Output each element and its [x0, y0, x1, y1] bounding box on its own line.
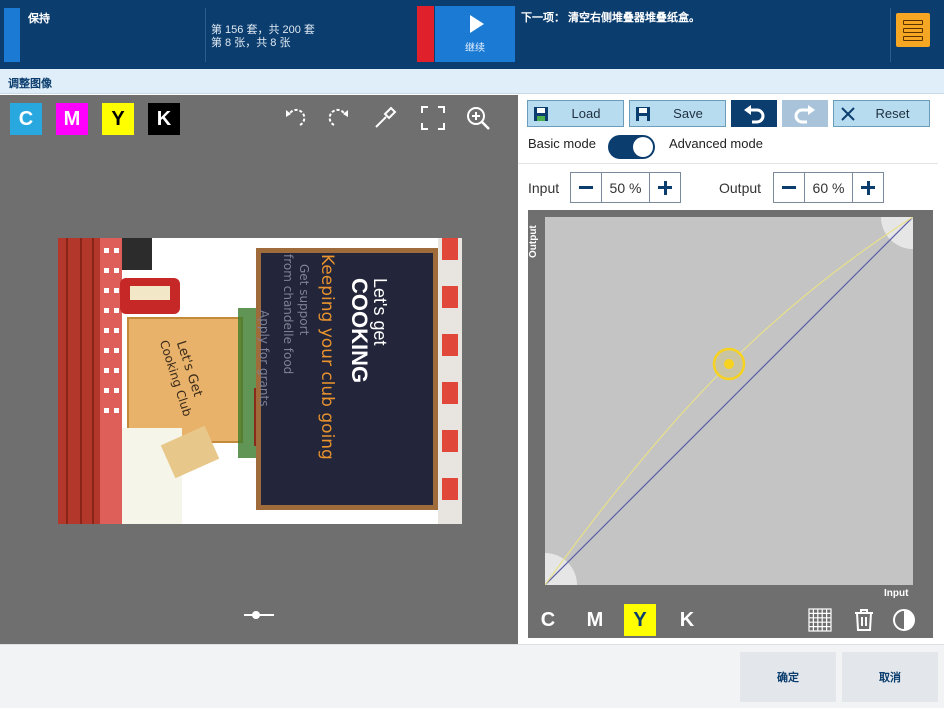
- curve-graph: Output Input C M Y K: [528, 210, 933, 638]
- continue-button[interactable]: 继续: [435, 6, 515, 62]
- channel-c-button[interactable]: C: [10, 103, 42, 135]
- curve-channel-y-selected[interactable]: Y: [624, 604, 656, 636]
- delete-icon[interactable]: [852, 608, 876, 632]
- output-increment-button[interactable]: [852, 172, 884, 203]
- input-increment-button[interactable]: [649, 172, 681, 203]
- job-progress: 第 156 套，共 200 套 第 8 张，共 8 张: [211, 24, 315, 50]
- plus-icon-vertical: [866, 180, 870, 195]
- load-button[interactable]: Load: [527, 100, 624, 127]
- divider: [890, 8, 891, 62]
- preview-brand-line1: Let's get: [370, 278, 390, 345]
- stacker-tray-icon: [903, 19, 923, 25]
- divider: [518, 163, 938, 164]
- channel-label: Y: [633, 608, 647, 631]
- save-disk-icon: [636, 106, 650, 121]
- channel-label: C: [540, 608, 556, 631]
- curve-control-point-center: [724, 359, 734, 369]
- next-action: 下一项： 清空右侧堆叠器堆叠纸盒。: [521, 12, 701, 24]
- fit-to-screen-icon[interactable]: [420, 105, 446, 131]
- stacker-menu-icon[interactable]: [896, 13, 930, 47]
- channel-label: M: [63, 107, 81, 130]
- output-value-field[interactable]: 60 %: [805, 172, 852, 203]
- reset-label: Reset: [875, 106, 910, 121]
- divider: [205, 8, 206, 62]
- ok-button[interactable]: 确定: [740, 652, 836, 702]
- undo-icon: [744, 104, 765, 123]
- reset-icon: [841, 106, 855, 121]
- preview-slider-handle[interactable]: [244, 609, 274, 621]
- continue-label: 继续: [465, 42, 485, 54]
- x-axis-label: Input: [884, 588, 909, 599]
- channel-label: M: [586, 608, 604, 631]
- plus-icon-vertical: [663, 180, 667, 195]
- channel-label: Y: [111, 107, 125, 130]
- stacker-tray-icon: [903, 35, 923, 41]
- curve-channel-m[interactable]: M: [579, 604, 611, 636]
- preview-brand-line2: COOKING: [347, 278, 372, 383]
- play-icon: [470, 14, 484, 33]
- load-label: Load: [571, 106, 601, 121]
- channel-k-button[interactable]: K: [148, 103, 180, 135]
- load-disk-icon: [534, 106, 548, 121]
- contrast-icon[interactable]: [892, 608, 916, 632]
- zoom-in-icon[interactable]: [465, 105, 491, 131]
- rotate-left-icon[interactable]: [282, 105, 308, 131]
- preview-subline: from chandelle food: [281, 254, 295, 374]
- channel-m-button[interactable]: M: [56, 103, 88, 135]
- image-preview-panel: C M Y K Let's get COOKING Keeping your c…: [0, 95, 518, 644]
- reset-button[interactable]: Reset: [833, 100, 930, 127]
- curve-plot-area[interactable]: [544, 216, 914, 586]
- minus-icon: [782, 186, 796, 189]
- channel-y-button[interactable]: Y: [102, 103, 134, 135]
- top-status-bar: 保持 第 156 套，共 200 套 第 8 张，共 8 张 继续 下一项： 清…: [0, 0, 944, 69]
- minus-icon: [579, 186, 593, 189]
- set-progress: 第 156 套，共 200 套: [211, 24, 315, 36]
- toggle-knob: [633, 137, 653, 157]
- page-title: 调整图像: [8, 78, 52, 90]
- status-accent: [4, 8, 20, 62]
- reference-line: [544, 216, 914, 586]
- eyedropper-icon[interactable]: [372, 105, 398, 131]
- preview-subline: Get support: [297, 264, 311, 336]
- channel-label: C: [18, 107, 34, 130]
- y-axis-label: Output: [528, 225, 539, 258]
- sheet-progress: 第 8 张，共 8 张: [211, 37, 291, 49]
- channel-label: K: [156, 107, 172, 130]
- output-label: Output: [719, 180, 762, 196]
- save-label: Save: [673, 106, 703, 121]
- input-decrement-button[interactable]: [570, 172, 602, 203]
- job-status: 保持: [28, 13, 50, 25]
- print-preview-image: Let's get COOKING Keeping your club goin…: [58, 238, 462, 524]
- grid-icon[interactable]: [808, 608, 832, 632]
- rotate-right-icon[interactable]: [326, 105, 352, 131]
- redo-icon: [794, 104, 815, 123]
- input-label: Input: [528, 180, 560, 196]
- channel-label: K: [679, 608, 695, 631]
- undo-button[interactable]: [731, 100, 777, 127]
- mode-toggle[interactable]: [608, 135, 655, 159]
- cancel-button[interactable]: 取消: [842, 652, 938, 702]
- error-indicator: [417, 6, 434, 62]
- curve-editor-panel: Load Save Reset Basic mode Advanced mode…: [518, 95, 944, 644]
- stacker-tray-icon: [903, 27, 923, 33]
- curve-channel-k[interactable]: K: [671, 604, 703, 636]
- preview-subline: Apply for grants: [257, 310, 271, 406]
- curve-channel-c[interactable]: C: [532, 604, 564, 636]
- page-title-bar: 调整图像: [0, 69, 944, 94]
- preview-headline: Keeping your club going: [317, 254, 337, 460]
- dialog-footer: 确定 取消: [0, 644, 944, 708]
- save-button[interactable]: Save: [629, 100, 726, 127]
- redo-button[interactable]: [782, 100, 828, 127]
- basic-mode-label: Basic mode: [528, 136, 596, 151]
- input-value-field[interactable]: 50 %: [602, 172, 649, 203]
- advanced-mode-label: Advanced mode: [669, 136, 763, 151]
- output-decrement-button[interactable]: [773, 172, 805, 203]
